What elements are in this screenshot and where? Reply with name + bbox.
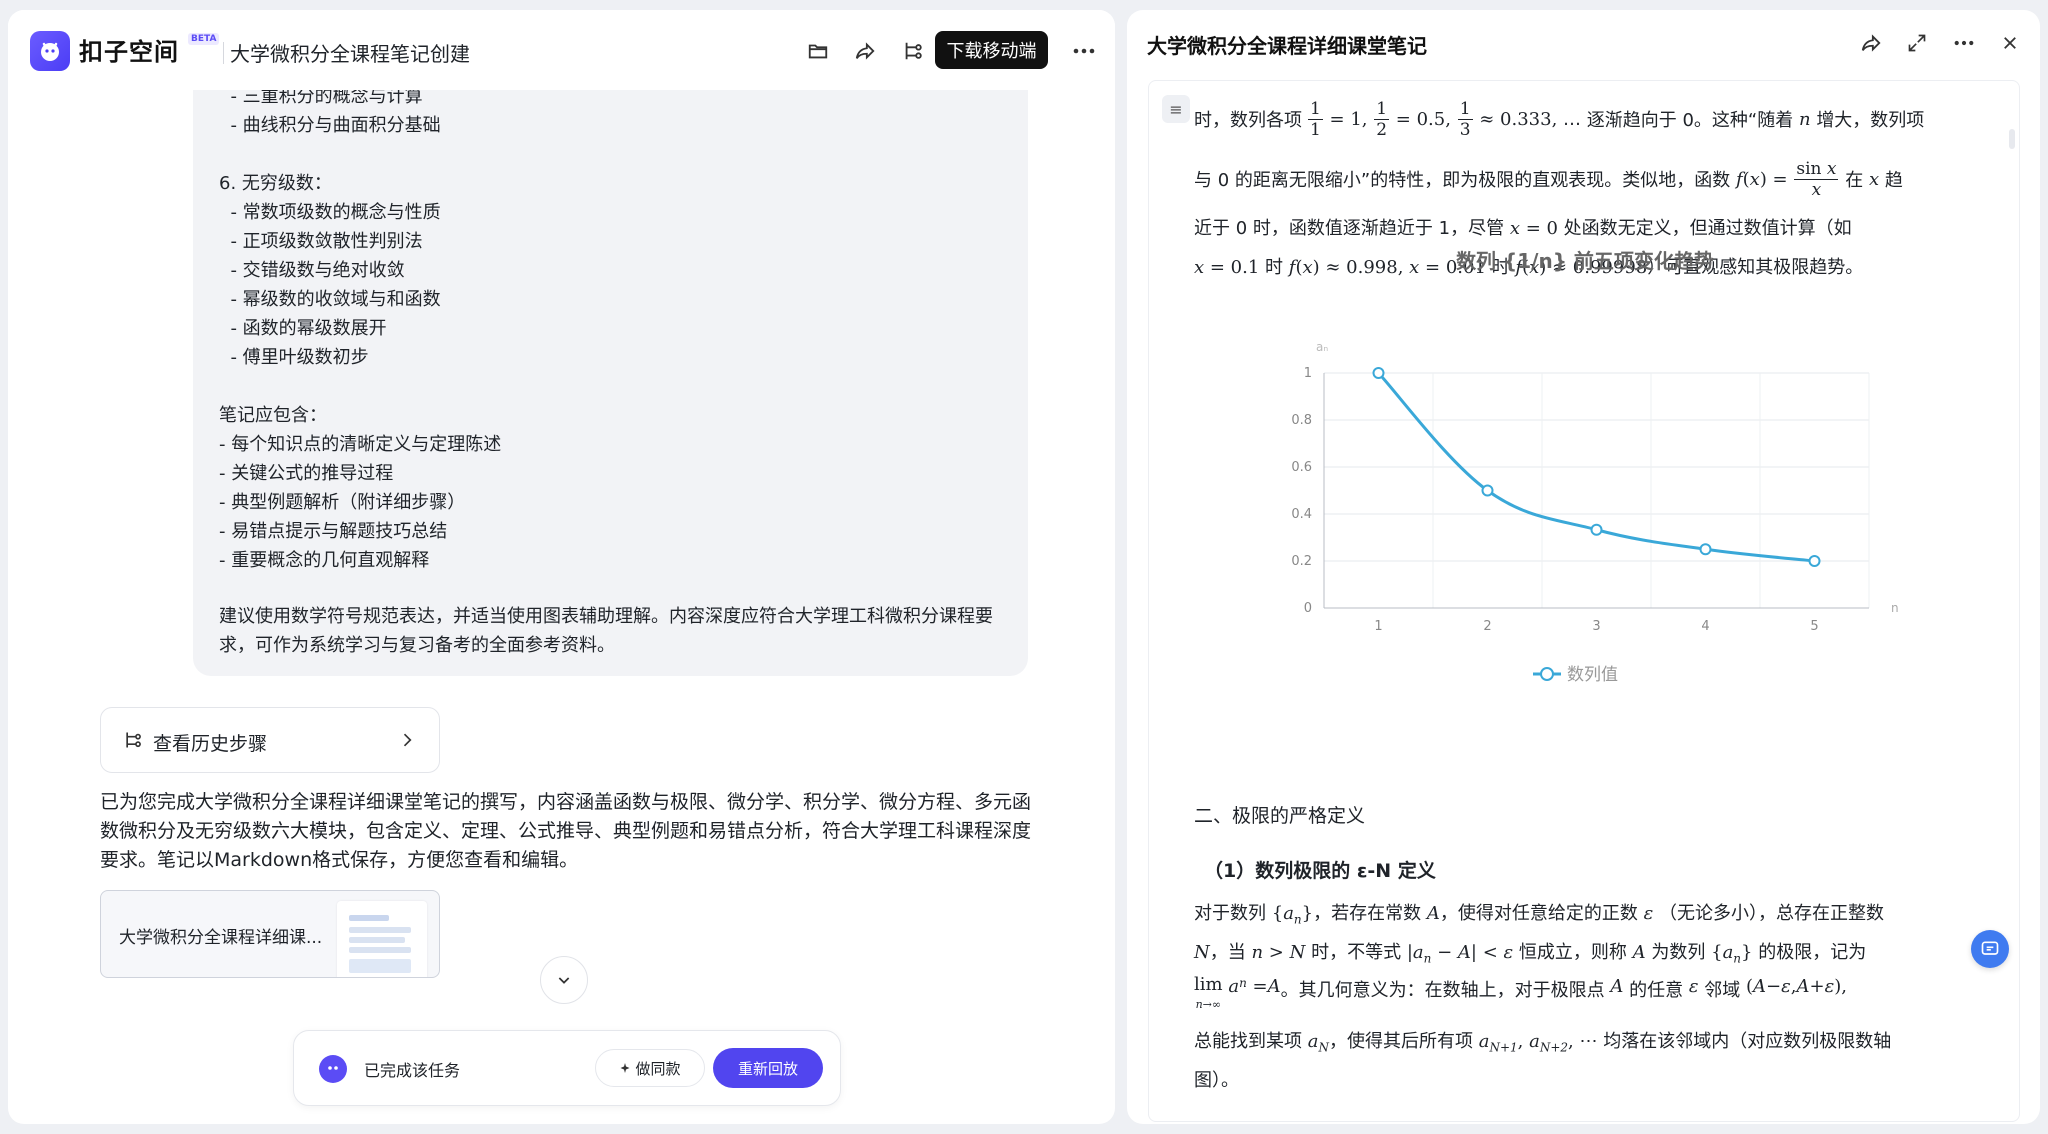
para-2-line-3: lim n→∞ an = A 。其几何意义为：在数轴上，对于极限点 A 的任意 ε … xyxy=(1194,974,1847,1012)
message-line: - 曲线积分与曲面积分基础 xyxy=(219,115,441,136)
y-axis-label: aₙ xyxy=(1316,340,1328,354)
document-title: 大学微积分全课程详细课堂笔记 xyxy=(1147,34,1427,58)
expand-icon[interactable] xyxy=(1904,30,1930,56)
assistant-summary: 已为您完成大学微积分全课程详细课堂笔记的撰写，内容涵盖函数与极限、微分学、积分学… xyxy=(100,791,1032,871)
message-line: - 函数的幂级数展开 xyxy=(219,318,387,339)
toc-icon[interactable]: ≡ xyxy=(1162,95,1190,123)
feedback-chat-button[interactable] xyxy=(1971,930,2009,968)
message-line: - 易错点提示与解题技巧总结 xyxy=(219,521,448,542)
sequence-line-chart: 0 0.2 0.4 0.6 0.8 1 1 2 3 4 5 n aₙ 数列值 xyxy=(1291,340,1899,685)
chevron-down-icon xyxy=(558,977,570,984)
document-scrollbar[interactable] xyxy=(2009,129,2015,149)
make-same-label: 做同款 xyxy=(635,1059,681,1078)
x-tick-label: 2 xyxy=(1483,619,1491,634)
data-point xyxy=(1481,484,1494,497)
chevron-right-icon xyxy=(397,730,417,754)
legend-marker xyxy=(1540,667,1554,681)
sparkle-icon xyxy=(620,1063,630,1073)
chat-title: 大学微积分全课程笔记创建 xyxy=(230,42,470,66)
data-point xyxy=(1590,523,1603,536)
close-icon[interactable] xyxy=(1997,30,2023,56)
replay-button[interactable]: 重新回放 xyxy=(713,1048,823,1088)
task-status-bar: 已完成该任务 做同款 重新回放 xyxy=(293,1030,841,1106)
message-line: - 典型例题解析（附详细步骤） xyxy=(219,492,466,513)
chat-header: 扣子空间 BETA 大学微积分全课程笔记创建 下载移动端 xyxy=(8,10,1115,90)
para-2-line-2: N，当 n > N 时，不等式 |an − A| < ε 恒成立，则称 A 为数… xyxy=(1194,942,1867,966)
history-label: 查看历史步骤 xyxy=(153,733,268,755)
message-line: - 每个知识点的清晰定义与定理陈述 xyxy=(219,434,502,455)
app-logo[interactable] xyxy=(30,31,70,71)
more-icon[interactable] xyxy=(1951,30,1977,56)
x-tick-label: 4 xyxy=(1701,619,1709,634)
task-status-text: 已完成该任务 xyxy=(364,1061,461,1080)
data-point xyxy=(1699,543,1712,556)
message-line: - 关键公式的推导过程 xyxy=(219,463,394,484)
file-card[interactable]: 大学微积分全课程详细课... xyxy=(100,890,440,978)
more-icon[interactable] xyxy=(1071,38,1097,64)
file-thumbnail xyxy=(337,901,427,977)
legend-label: 数列值 xyxy=(1567,665,1618,685)
y-tick-label: 0.4 xyxy=(1291,507,1312,522)
y-tick-label: 1 xyxy=(1304,366,1312,381)
para-2-line-1: 对于数列 {an}，若存在常数 A，使得对任意给定的正数 ε （无论多小），总存… xyxy=(1194,903,1884,927)
workflow-icon xyxy=(123,730,143,754)
message-line: 笔记应包含： xyxy=(219,405,327,426)
message-line: - 傅里叶级数初步 xyxy=(219,347,369,368)
message-line: - 常数项级数的概念与性质 xyxy=(219,202,441,223)
y-tick-label: 0.2 xyxy=(1291,554,1312,569)
brand-name: 扣子空间 xyxy=(79,38,179,66)
make-same-button[interactable]: 做同款 xyxy=(595,1049,705,1087)
share-icon[interactable] xyxy=(1858,30,1884,56)
scroll-down-button[interactable] xyxy=(540,956,588,1004)
subsection-heading-epsilon-n: （1）数列极限的 ε-N 定义 xyxy=(1204,860,1436,882)
y-tick-label: 0.6 xyxy=(1291,460,1312,475)
x-axis-label: n xyxy=(1891,601,1899,615)
document-panel: 大学微积分全课程详细课堂笔记 ≡ 时，数列各项 11 = 1, 12 = 0.5… xyxy=(1127,10,2040,1124)
beta-badge: BETA xyxy=(188,33,220,45)
data-point xyxy=(1808,555,1821,567)
para-1-line-2: 与 0 的距离无限缩小”的特性，即为极限的直观表现。类似地，函数 f(x) = … xyxy=(1194,158,1903,200)
folder-icon[interactable] xyxy=(805,38,831,64)
assistant-avatar xyxy=(319,1055,347,1083)
message-line: - 正项级数敛散性判别法 xyxy=(219,231,423,252)
para-1-line-3: 近于 0 时，函数值逐渐趋近于 1，尽管 x = 0 处函数无定义，但通过数值计… xyxy=(1194,218,1852,239)
message-line: - 交错级数与绝对收敛 xyxy=(219,260,405,281)
message-closing: 建议使用数学符号规范表达，并适当使用图表辅助理解。内容深度应符合大学理工科微积分… xyxy=(219,606,993,656)
x-tick-label: 5 xyxy=(1810,619,1818,634)
para-2-line-5: 图）。 xyxy=(1194,1070,1239,1091)
workflow-icon[interactable] xyxy=(900,38,926,64)
para-2-line-4: 总能找到某项 aN，使得其后所有项 aN+1, aN+2, ⋯ 均落在该邻域内（… xyxy=(1194,1031,1892,1055)
message-line: 6. 无穷级数： xyxy=(219,173,332,194)
x-tick-label: 1 xyxy=(1374,619,1382,634)
y-tick-label: 0 xyxy=(1304,601,1312,616)
data-point xyxy=(1372,367,1385,379)
download-app-button[interactable]: 下载移动端 xyxy=(935,31,1048,69)
share-icon[interactable] xyxy=(852,38,878,64)
view-history-button[interactable]: 查看历史步骤 xyxy=(100,707,440,773)
y-tick-label: 0.8 xyxy=(1291,413,1312,428)
chat-icon xyxy=(1981,941,1999,955)
para-1-line-1: 时，数列各项 11 = 1, 12 = 0.5, 13 ≈ 0.333, … 逐… xyxy=(1194,98,1925,140)
message-line: - 幂级数的收敛域与和函数 xyxy=(219,289,441,310)
message-line: - 重要概念的几何直观解释 xyxy=(219,550,430,571)
header-divider xyxy=(223,42,224,64)
file-name: 大学微积分全课程详细课... xyxy=(119,928,323,948)
chat-panel: - 三重积分的概念与计算 - 曲线积分与曲面积分基础 6. 无穷级数： - 常数项… xyxy=(8,10,1115,1124)
user-message-bubble: - 三重积分的概念与计算 - 曲线积分与曲面积分基础 6. 无穷级数： - 常数项… xyxy=(193,10,1028,676)
document-body: ≡ 时，数列各项 11 = 1, 12 = 0.5, 13 ≈ 0.333, …… xyxy=(1148,80,2020,1122)
section-heading-limit-definition: 二、极限的严格定义 xyxy=(1194,805,1366,827)
x-tick-label: 3 xyxy=(1592,619,1600,634)
